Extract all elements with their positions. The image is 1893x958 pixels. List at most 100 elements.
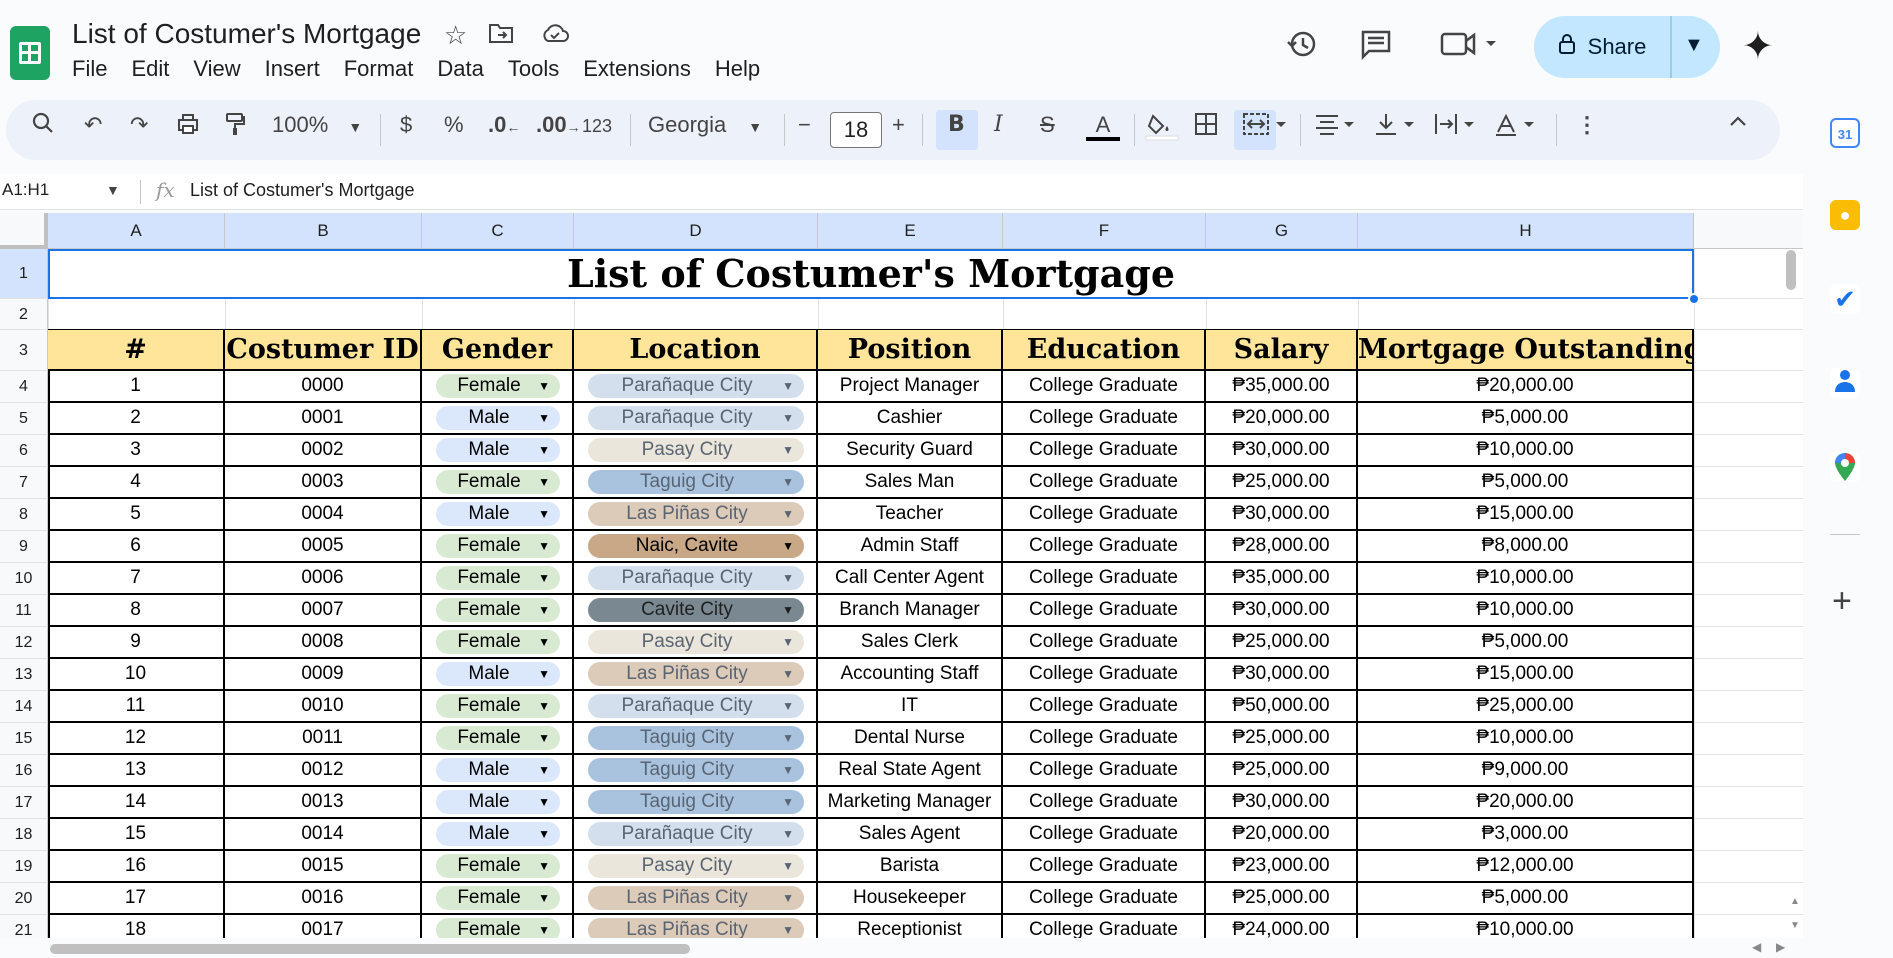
cell-position[interactable]: Barista	[818, 851, 1003, 883]
hide-menus-chevron-icon[interactable]	[1728, 112, 1748, 138]
contacts-icon[interactable]	[1830, 368, 1860, 398]
cell-gender[interactable]: Male ▼	[422, 819, 574, 851]
cell-position[interactable]: Call Center Agent	[818, 563, 1003, 595]
location-dropdown-chip[interactable]: Pasay City ▼	[588, 630, 804, 654]
cell-location[interactable]: Parañaque City ▼	[574, 403, 818, 435]
gender-dropdown-chip[interactable]: Male ▼	[436, 406, 560, 430]
cell-mortgage[interactable]: ₱3,000.00	[1358, 819, 1694, 851]
header-salary[interactable]: Salary	[1206, 330, 1358, 371]
cell-location[interactable]: Las Piñas City ▼	[574, 883, 818, 915]
gender-dropdown-chip[interactable]: Female ▼	[436, 918, 560, 938]
menu-data[interactable]: Data	[437, 56, 483, 82]
cell-salary[interactable]: ₱20,000.00	[1206, 403, 1358, 435]
document-title[interactable]: List of Costumer's Mortgage	[72, 18, 421, 50]
search-menus-icon[interactable]	[32, 112, 54, 140]
location-dropdown-chip[interactable]: Taguig City ▼	[588, 790, 804, 814]
cell-location[interactable]: Taguig City ▼	[574, 723, 818, 755]
cell-mortgage[interactable]: ₱9,000.00	[1358, 755, 1694, 787]
cell-mortgage[interactable]: ₱10,000.00	[1358, 723, 1694, 755]
cell-gender[interactable]: Female ▼	[422, 627, 574, 659]
cell-gender[interactable]: Female ▼	[422, 563, 574, 595]
location-dropdown-chip[interactable]: Parañaque City ▼	[588, 374, 804, 398]
cell-customer-id[interactable]: 0007	[225, 595, 422, 627]
cell-position[interactable]: Sales Clerk	[818, 627, 1003, 659]
cell-education[interactable]: College Graduate	[1003, 435, 1206, 467]
gender-dropdown-chip[interactable]: Female ▼	[436, 726, 560, 750]
menu-file[interactable]: File	[72, 56, 107, 82]
gender-dropdown-chip[interactable]: Female ▼	[436, 630, 560, 654]
cell-customer-id[interactable]: 0005	[225, 531, 422, 563]
location-dropdown-chip[interactable]: Taguig City ▼	[588, 758, 804, 782]
cell-gender[interactable]: Male ▼	[422, 787, 574, 819]
scroll-right-icon[interactable]: ▶	[1776, 940, 1785, 954]
cell-location[interactable]: Parañaque City ▼	[574, 563, 818, 595]
location-dropdown-chip[interactable]: Las Piñas City ▼	[588, 662, 804, 686]
cell-education[interactable]: College Graduate	[1003, 851, 1206, 883]
cell-position[interactable]: IT	[818, 691, 1003, 723]
row-header-6[interactable]: 6	[0, 435, 48, 467]
gender-dropdown-chip[interactable]: Female ▼	[436, 598, 560, 622]
cell-customer-id[interactable]: 0000	[225, 371, 422, 403]
format-currency-button[interactable]: $	[400, 112, 412, 138]
cell-salary[interactable]: ₱25,000.00	[1206, 467, 1358, 499]
cell-education[interactable]: College Graduate	[1003, 563, 1206, 595]
cell-position[interactable]: Admin Staff	[818, 531, 1003, 563]
cell-salary[interactable]: ₱50,000.00	[1206, 691, 1358, 723]
location-dropdown-chip[interactable]: Las Piñas City ▼	[588, 502, 804, 526]
undo-icon[interactable]: ↶	[84, 112, 102, 138]
cell-mortgage[interactable]: ₱5,000.00	[1358, 467, 1694, 499]
row-header-20[interactable]: 20	[0, 883, 48, 915]
gender-dropdown-chip[interactable]: Male ▼	[436, 790, 560, 814]
cell-gender[interactable]: Male ▼	[422, 435, 574, 467]
row-header-10[interactable]: 10	[0, 563, 48, 595]
cell-num[interactable]: 12	[48, 723, 225, 755]
cell-gender[interactable]: Female ▼	[422, 723, 574, 755]
row-header-9[interactable]: 9	[0, 531, 48, 563]
cell-customer-id[interactable]: 0014	[225, 819, 422, 851]
menu-edit[interactable]: Edit	[131, 56, 169, 82]
row-header-8[interactable]: 8	[0, 499, 48, 531]
redo-icon[interactable]: ↷	[130, 112, 148, 138]
cell-position[interactable]: Receptionist	[818, 915, 1003, 938]
row-header-5[interactable]: 5	[0, 403, 48, 435]
cell-gender[interactable]: Male ▼	[422, 403, 574, 435]
menu-insert[interactable]: Insert	[265, 56, 320, 82]
cell-location[interactable]: Cavite City ▼	[574, 595, 818, 627]
cell-customer-id[interactable]: 0016	[225, 883, 422, 915]
cell-num[interactable]: 1	[48, 371, 225, 403]
cell-salary[interactable]: ₱35,000.00	[1206, 563, 1358, 595]
text-rotation-icon[interactable]	[1494, 112, 1538, 142]
cell-num[interactable]: 2	[48, 403, 225, 435]
cell-salary[interactable]: ₱30,000.00	[1206, 595, 1358, 627]
cell-mortgage[interactable]: ₱10,000.00	[1358, 435, 1694, 467]
cell-gender[interactable]: Female ▼	[422, 915, 574, 938]
decrease-decimal-button[interactable]: .0←	[488, 112, 520, 138]
cell-num[interactable]: 3	[48, 435, 225, 467]
cell-salary[interactable]: ₱35,000.00	[1206, 371, 1358, 403]
location-dropdown-chip[interactable]: Las Piñas City ▼	[588, 918, 804, 938]
cell-salary[interactable]: ₱23,000.00	[1206, 851, 1358, 883]
row-header-3[interactable]: 3	[0, 330, 48, 371]
cell-education[interactable]: College Graduate	[1003, 787, 1206, 819]
version-history-icon[interactable]	[1286, 28, 1318, 68]
location-dropdown-chip[interactable]: Taguig City ▼	[588, 726, 804, 750]
cell-education[interactable]: College Graduate	[1003, 403, 1206, 435]
horizontal-align-icon[interactable]	[1314, 112, 1358, 142]
cell-mortgage[interactable]: ₱15,000.00	[1358, 659, 1694, 691]
text-color-icon[interactable]: A	[1086, 112, 1120, 141]
cell-salary[interactable]: ₱24,000.00	[1206, 915, 1358, 938]
cell-gender[interactable]: Male ▼	[422, 755, 574, 787]
location-dropdown-chip[interactable]: Parañaque City ▼	[588, 406, 804, 430]
cell-location[interactable]: Las Piñas City ▼	[574, 915, 818, 938]
cell-salary[interactable]: ₱25,000.00	[1206, 883, 1358, 915]
cell-location[interactable]: Taguig City ▼	[574, 467, 818, 499]
row-header-18[interactable]: 18	[0, 819, 48, 851]
row-header-15[interactable]: 15	[0, 723, 48, 755]
selection-fill-handle[interactable]	[1688, 293, 1700, 305]
cell-location[interactable]: Taguig City ▼	[574, 787, 818, 819]
cell-customer-id[interactable]: 0015	[225, 851, 422, 883]
cell-gender[interactable]: Female ▼	[422, 371, 574, 403]
cell-position[interactable]: Marketing Manager	[818, 787, 1003, 819]
cell-customer-id[interactable]: 0004	[225, 499, 422, 531]
cell-num[interactable]: 5	[48, 499, 225, 531]
